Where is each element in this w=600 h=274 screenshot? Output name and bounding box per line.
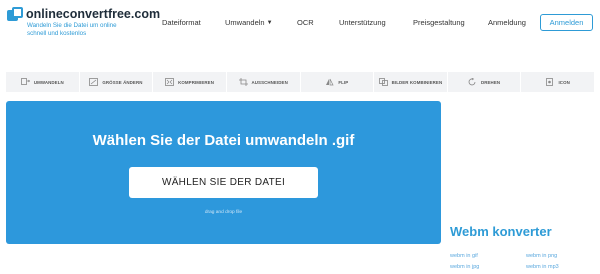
upload-title: Wählen Sie der Datei umwandeln .gif xyxy=(92,132,355,149)
link-webm-in-jpg[interactable]: webm in jpg xyxy=(450,264,479,270)
tool-bar: Umwandeln Größe ändern Komprimieren Auss… xyxy=(6,72,594,92)
converter-heading: Webm konverter xyxy=(450,224,552,239)
header: onlineconvertfree.com Wandeln Sie die Da… xyxy=(0,0,600,60)
tool-icon[interactable]: Icon xyxy=(521,72,594,92)
crop-icon xyxy=(238,78,248,86)
tool-label: Icon xyxy=(558,79,570,85)
choose-file-button[interactable]: WÄHLEN SIE DER DATEI xyxy=(129,167,318,198)
flip-icon xyxy=(326,78,334,86)
tool-label: Umwandeln xyxy=(33,79,64,85)
upload-dropzone[interactable]: Wählen Sie der Datei umwandeln .gif WÄHL… xyxy=(6,101,441,244)
link-webm-in-gif[interactable]: webm in gif xyxy=(450,253,478,259)
nav-ocr[interactable]: OCR xyxy=(297,17,314,29)
tool-drehen[interactable]: Drehen xyxy=(448,72,522,92)
rotate-icon xyxy=(468,78,476,86)
tool-label: Drehen xyxy=(480,79,501,85)
anmelden-button[interactable]: Anmelden xyxy=(540,14,593,31)
tool-komprimieren[interactable]: Komprimieren xyxy=(153,72,227,92)
tool-label: Komprimieren xyxy=(178,79,214,85)
compress-icon xyxy=(165,78,175,86)
nav-umwandeln-label: Umwandeln xyxy=(225,18,265,27)
tool-ausschneiden[interactable]: Ausschneiden xyxy=(227,72,301,92)
resize-icon xyxy=(89,78,99,86)
convert-icon xyxy=(20,78,30,85)
combine-icon xyxy=(378,78,388,86)
tool-umwandeln[interactable]: Umwandeln xyxy=(6,72,80,92)
drag-and-drop-hint: drag and drop file xyxy=(204,210,243,215)
nav-dateiformat[interactable]: Dateiformat xyxy=(162,17,201,29)
nav-anmeldung[interactable]: Anmeldung xyxy=(488,17,526,29)
tool-label: Größe ändern xyxy=(102,79,143,85)
tool-flip[interactable]: Flip xyxy=(301,72,375,92)
nav-preisgestaltung[interactable]: Preisgestaltung xyxy=(413,17,465,29)
tool-label: Ausschneiden xyxy=(251,79,288,85)
icon-icon xyxy=(546,78,554,86)
tool-groesse-aendern[interactable]: Größe ändern xyxy=(80,72,154,92)
link-webm-in-mp3[interactable]: webm in mp3 xyxy=(526,264,559,270)
tool-label: Bilder kombinieren xyxy=(391,79,443,85)
link-webm-in-png[interactable]: webm in png xyxy=(526,253,557,259)
tool-label: Flip xyxy=(338,79,349,85)
main-nav: Dateiformat Umwandeln ▼ OCR Unterstützung… xyxy=(0,17,600,31)
tool-bilder-kombinieren[interactable]: Bilder kombinieren xyxy=(374,72,448,92)
nav-unterstuetzung[interactable]: Unterstützung xyxy=(339,17,386,29)
chevron-down-icon: ▼ xyxy=(266,20,273,27)
nav-umwandeln[interactable]: Umwandeln ▼ xyxy=(225,17,273,29)
